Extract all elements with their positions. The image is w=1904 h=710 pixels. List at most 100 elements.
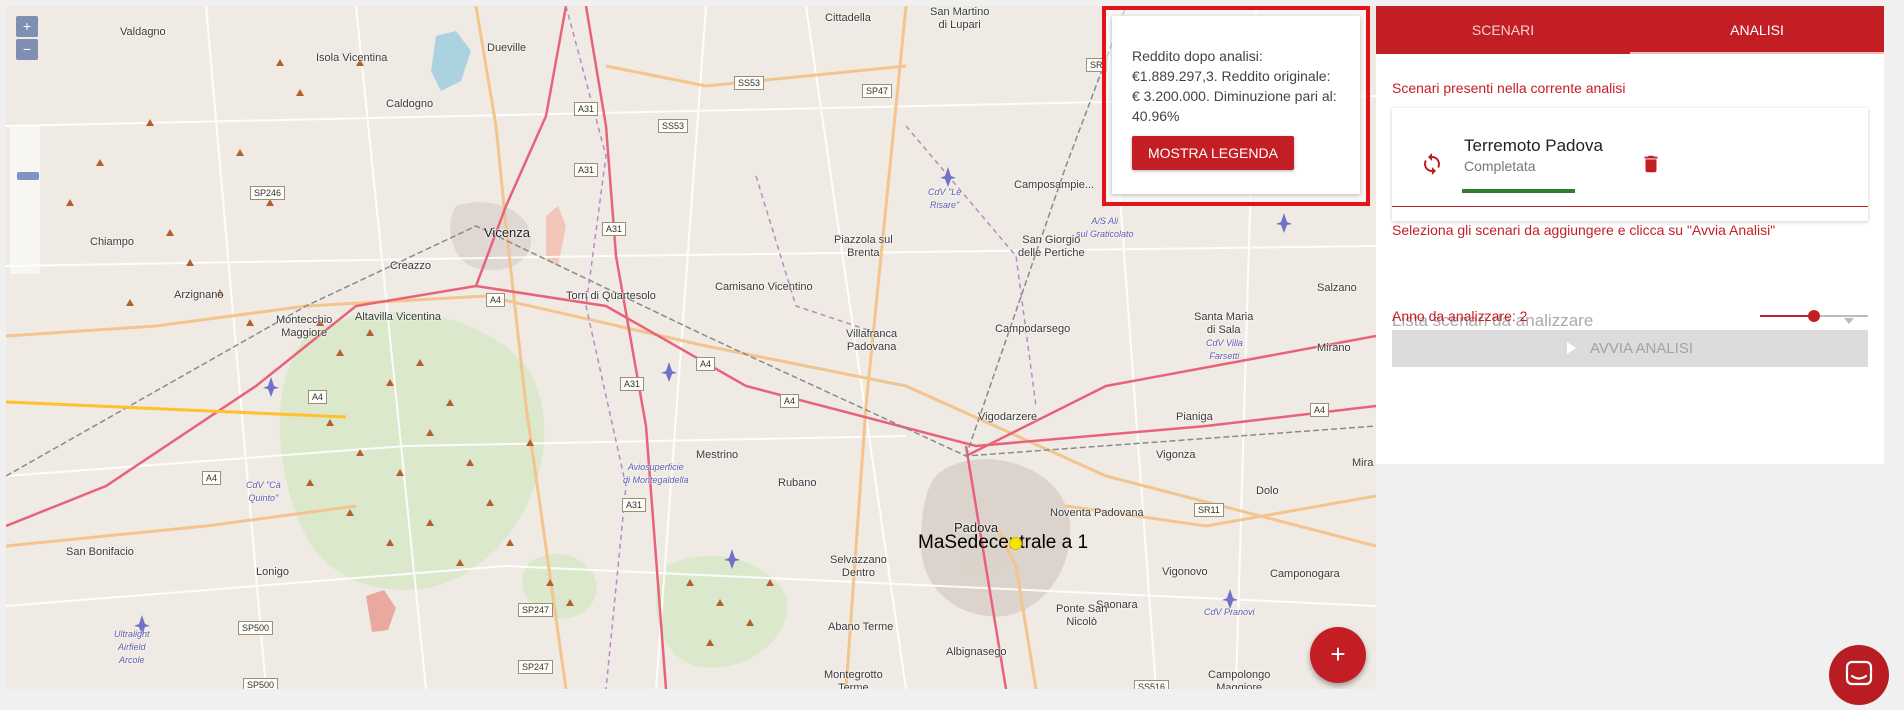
place-label: Dolo [1256,485,1279,497]
road-shield: A4 [1310,403,1330,417]
tab-analisi[interactable]: ANALISI [1630,6,1884,54]
delete-icon[interactable] [1640,152,1662,176]
road-shield: SS53 [734,76,765,90]
place-label: Altavilla Vicentina [355,311,442,323]
section-divider [1392,206,1868,207]
place-label: Villafranca Padovana [846,328,898,353]
place-label: Salzano [1317,282,1357,294]
year-slider-track [1814,315,1868,317]
scenario-title: Terremoto Padova [1464,136,1603,155]
year-slider-thumb[interactable] [1808,310,1820,322]
place-label: Camponogara [1270,568,1340,580]
place-label: Montecchio Maggiore [276,314,333,339]
year-slider-track-active [1760,315,1814,317]
place-label: San Giorgio delle Pertiche [1018,234,1085,259]
place-label: Valdagno [120,26,166,38]
place-label: Torri di Quartesolo [566,290,656,302]
road-shield: SP500 [243,678,279,689]
road-shield: A4 [308,390,328,404]
road-shield: A4 [696,357,716,371]
road-shield: SR11 [1194,503,1224,517]
place-label: Rubano [778,477,817,489]
place-label: Camposampie... [1014,179,1095,191]
marker-label: MaSedecentrale a 1 [918,532,1089,553]
place-label: Vigonza [1156,449,1196,461]
place-label: Vicenza [484,225,531,240]
place-label: Aviosuperficie di Montegaldella [623,462,689,485]
road-shield: SS53 [658,119,689,133]
place-label: Campolongo Maggiore [1208,669,1271,689]
road-shield: A4 [780,394,800,408]
zoom-in-button[interactable]: + [16,16,38,37]
place-label: Dueville [487,42,527,54]
place-label: Caldogno [386,98,434,110]
layer-handle[interactable] [17,172,39,180]
place-label: Vigodarzere [978,411,1038,423]
place-label: CdV "Le Risare" [928,187,962,210]
run-analysis-button[interactable]: AVVIA ANALISI [1392,330,1868,367]
place-label: Mirano [1317,342,1351,354]
place-label: Abano Terme [828,621,894,633]
place-label: Pianiga [1176,411,1213,423]
year-label: Anno da analizzare: 2 [1392,308,1528,324]
place-label: Vigonovo [1162,566,1208,578]
place-label: Cittadella [825,12,871,24]
map-marker[interactable] [1009,537,1022,550]
show-legend-button[interactable]: MOSTRA LEGENDA [1132,136,1294,170]
road-shield: A31 [622,498,647,512]
zoom-out-button[interactable]: − [16,39,38,60]
place-label: Ponte San Nicolò [1056,603,1108,628]
place-label: Arzignano [174,289,224,301]
place-label: Campodarsego [995,323,1071,335]
place-label: Ultralight Airfield Arcole [114,629,150,665]
run-analysis-label: AVVIA ANALISI [1589,340,1694,357]
scenario-progress-fill [1462,189,1575,193]
place-label: San Bonifacio [66,546,134,558]
chat-icon [1845,660,1873,686]
place-label: Camisano Vicentino [715,281,813,293]
place-label: Mestrino [696,449,739,461]
place-label: Chiampo [90,236,135,248]
road-shield: A31 [574,102,599,116]
add-button[interactable]: + [1310,627,1366,683]
chat-button[interactable] [1829,645,1889,705]
side-panel: SCENARI ANALISI Scenari presenti nella c… [1376,6,1884,464]
road-shield: SP247 [518,660,554,674]
select-instructions: Seleziona gli scenari da aggiungere e cl… [1392,222,1776,238]
road-shield: A31 [574,163,599,177]
place-label: Isola Vicentina [316,52,388,64]
place-label: CdV Villa Farsetti [1206,338,1243,361]
road-shield: SP247 [518,603,554,617]
place-label: CdV Pranovi [1204,607,1255,617]
layer-control[interactable] [10,126,40,274]
road-shield: A4 [486,293,506,307]
place-label: Noventa Padovana [1050,507,1144,519]
tab-bar: SCENARI ANALISI [1376,6,1884,54]
refresh-icon[interactable] [1420,152,1444,176]
road-shield: A31 [602,222,627,236]
place-label: A/S Ali sul Graticolato [1076,216,1134,239]
road-shield: A4 [202,471,222,485]
road-shield: SP500 [238,621,274,635]
place-label: Montegrotto Terme [824,669,883,689]
place-label: Albignasego [946,646,1007,658]
year-slider[interactable] [1760,309,1868,323]
place-label: Lonigo [256,566,290,578]
scenario-status: Completata [1464,158,1536,174]
analysis-result-card: Reddito dopo analisi: €1.889.297,3. Redd… [1112,16,1360,194]
road-shield: SP246 [250,186,286,200]
place-label: CdV "Cà Quinto" [246,480,281,503]
place-label: Piazzola sul Brenta [834,234,893,259]
place-label: San Martino di Lupari [930,6,990,31]
tab-scenari[interactable]: SCENARI [1376,6,1630,54]
scenario-progress [1462,189,1575,193]
analysis-result-text: Reddito dopo analisi: €1.889.297,3. Redd… [1132,48,1337,124]
place-label: Santa Maria di Sala [1194,311,1254,336]
road-shield: SP47 [862,84,893,98]
road-shield: SS516 [1134,680,1170,689]
current-scenarios-label: Scenari presenti nella corrente analisi [1392,80,1626,96]
place-label: Creazzo [390,260,431,272]
scenario-card: Terremoto Padova Completata [1392,108,1868,221]
place-label: Selvazzano Dentro [830,554,887,579]
analysis-result-popup: Reddito dopo analisi: €1.889.297,3. Redd… [1102,6,1370,206]
